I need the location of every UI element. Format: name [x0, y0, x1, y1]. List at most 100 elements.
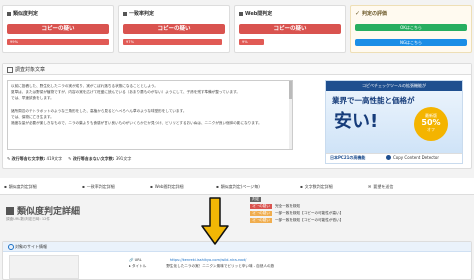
tab-label: Web間判定詳細 — [154, 184, 184, 189]
tab-match-rate-detail[interactable]: ▪ 一致率判定詳細 — [82, 182, 115, 192]
survey-text-box[interactable]: 以前に投稿した、野生化したニラの実が成り、実がこぼれ落ちる状態になることとしよう… — [7, 80, 293, 150]
ad-badge-line: オフ — [427, 127, 435, 132]
stat-total-value: 419文字 — [46, 156, 63, 161]
tab-per-page[interactable]: ▪ 類似度判定(ページ毎) — [216, 182, 260, 192]
ad-headline-1: 業界で一高性能と価格が — [332, 95, 415, 106]
ng-button[interactable]: NGはこちら — [355, 39, 467, 46]
stat-total: ✎ 改行等含む文字数: 419文字 — [7, 156, 62, 162]
send-icon: ✉ — [368, 184, 372, 189]
evaluation-title: 判定の評価 — [362, 11, 388, 17]
edit-icon: ✎ — [7, 156, 11, 161]
stat-nospace: ✎ 改行等含まない文字数: 391文字 — [68, 156, 131, 162]
ad-product-row: Copy Content Detector — [386, 155, 439, 160]
list-icon: ▪ — [82, 184, 85, 189]
survey-title: 調査対象文章 — [15, 67, 46, 73]
metric-card-web: Web間判定 コピーの疑い 9% — [234, 5, 346, 53]
tab-char-count[interactable]: ▪ 文字数判定詳細 — [300, 182, 333, 192]
link-icon: 🔗 — [129, 258, 134, 262]
detail-title-row: 類似度判定詳細 — [6, 204, 80, 217]
tab-label: 類似度判定詳細 — [8, 184, 37, 189]
stat-total-label: 改行等含む文字数: — [11, 156, 46, 161]
url-row: 🔗 URL https://kenreki.isshikyo.com/wild-… — [129, 258, 246, 262]
ad-discount-badge: 最新版 50% オフ — [414, 107, 448, 141]
tab-web-detail[interactable]: ▪ Web間判定詳細 — [150, 182, 183, 192]
list-icon: ▪ — [300, 184, 303, 189]
tag-icon: ▸ — [129, 264, 131, 268]
metric-progress-bar: 97% — [123, 39, 222, 45]
legend-badge: 判定 — [250, 197, 262, 202]
list-icon — [6, 206, 14, 215]
site-thumbnail — [9, 255, 79, 279]
metric-title-row: 類似度判定 — [7, 10, 38, 17]
metric-title: Web間判定 — [245, 11, 273, 17]
evaluation-card: ✓ 判定の評価 OKはこちら NGはこちら — [350, 5, 472, 53]
edit-icon: ✎ — [68, 156, 72, 161]
stat-nospace-value: 391文字 — [115, 156, 132, 161]
chart-icon — [123, 11, 127, 16]
legend-badge: ｺﾋﾟｰの疑い — [250, 211, 272, 216]
page-title-value: 野生化したニラの実！ニニクン風味でビリッと辛い味 - 自然人の旅 — [166, 264, 275, 268]
ad-brand: 日本PC21の高機能 — [330, 155, 366, 160]
metric-result: コピーの疑い — [123, 24, 225, 34]
text-scrollbar[interactable] — [289, 81, 292, 149]
product-logo-icon — [386, 155, 391, 160]
metric-card-match-rate: 一致率判定 コピーの疑い 97% — [118, 5, 230, 53]
survey-line: 適度な量が必要が楽しきなもので、ニラの葉よりも食感が甘い良いものがいくらかだか見… — [11, 121, 262, 126]
metric-title: 一致率判定 — [129, 11, 155, 17]
chart-icon — [7, 11, 11, 16]
site-info-panel: 対象のサイト情報 🔗 URL https://kenreki.isshikyo.… — [2, 241, 472, 280]
tab-label: 文字数判定詳細 — [304, 184, 333, 189]
chart-icon — [239, 11, 243, 16]
down-arrow-icon — [201, 197, 229, 245]
checkmark-icon: ✓ — [355, 10, 361, 17]
globe-icon — [8, 244, 14, 250]
document-icon — [7, 67, 13, 73]
detail-title: 類似度判定詳細 — [17, 207, 81, 217]
survey-header: 調査対象文章 — [3, 64, 471, 75]
ad-headline-1-text: 業界で一高性能 — [332, 96, 385, 105]
metric-title-row: 一致率判定 — [123, 10, 154, 17]
legend-row: 判定 — [250, 196, 468, 203]
stat-nospace-label: 改行等含まない文字数: — [72, 156, 115, 161]
title-label-wrap: ▸ タイトル — [129, 264, 146, 269]
scrollbar-thumb[interactable] — [289, 81, 292, 99]
ad-headline-2-text: と価格が — [384, 96, 415, 105]
legend-text: 一部一致を検知【コピーの可能性が低い】 — [274, 218, 344, 222]
metric-progress-bar: 9% — [239, 39, 264, 45]
url-link[interactable]: https://kenreki.isshikyo.com/wild-nira-r… — [170, 258, 247, 262]
title-label: タイトル — [131, 264, 147, 268]
legend-badge: ｺﾋﾟｰの疑い — [250, 204, 272, 209]
title-row: ▸ タイトル 野生化したニラの実！ニニクン風味でビリッと辛い味 - 自然人の旅 — [129, 264, 274, 269]
evaluation-title-row: ✓ 判定の評価 — [355, 10, 387, 17]
ad-badge-line: 50% — [421, 118, 441, 127]
site-info-header: 対象のサイト情報 — [3, 242, 471, 252]
url-label-wrap: 🔗 URL — [129, 258, 142, 262]
ok-button[interactable]: OKはこちら — [355, 24, 467, 31]
metric-result: コピーの疑い — [239, 24, 341, 34]
list-icon: ▪ — [216, 184, 219, 189]
tab-label: 一致率判定詳細 — [86, 184, 115, 189]
tab-similarity-detail[interactable]: ▪ 類似度判定詳細 — [4, 182, 37, 192]
detail-subtitle: 調査URL数/判定日時: 12件 — [6, 217, 51, 221]
metric-card-similarity: 類似度判定 コピーの疑い 99% — [2, 5, 114, 53]
tab-label: 類似度判定(ページ毎) — [220, 184, 260, 189]
metric-progress-bar: 99% — [7, 39, 109, 45]
site-info-title: 対象のサイト情報 — [15, 244, 47, 249]
ad-banner[interactable]: コピペチェックツールの拡張機能が 業界で一高性能と価格が 安い! 最新版 50%… — [325, 80, 463, 164]
survey-stats: ✎ 改行等含む文字数: 419文字 ✎ 改行等含まない文字数: 391文字 — [7, 156, 131, 162]
metric-title-row: Web間判定 — [239, 10, 272, 17]
url-label: URL — [134, 258, 142, 262]
legend-row: ｺﾋﾟｰの疑い 一部一致を検知【コピーの可能性が低い】 — [250, 217, 468, 224]
tab-send-request[interactable]: ✉ 要望を送信 — [368, 182, 393, 192]
legend-text: 完全一致を検知 — [274, 204, 301, 208]
ad-top-label: コピペチェックツールの拡張機能が — [326, 81, 462, 91]
legend-text: 一部一致を検知【コピーの可能性が高い】 — [274, 211, 344, 215]
legend-box: 判定 ｺﾋﾟｰの疑い 完全一致を検知 ｺﾋﾟｰの疑い 一部一致を検知【コピーの可… — [250, 196, 468, 232]
ad-product: Copy Content Detector — [393, 155, 440, 160]
tab-label: 要望を送信 — [373, 184, 394, 189]
legend-badge: ｺﾋﾟｰの疑い — [250, 218, 272, 223]
ad-headline-3: 安い! — [334, 111, 379, 132]
legend-row: ｺﾋﾟｰの疑い 完全一致を検知 — [250, 203, 468, 210]
list-icon: ▪ — [150, 184, 153, 189]
survey-panel: 調査対象文章 以前に投稿した、野生化したニラの実が成り、実がこぼれ落ちる状態にな… — [2, 63, 472, 169]
